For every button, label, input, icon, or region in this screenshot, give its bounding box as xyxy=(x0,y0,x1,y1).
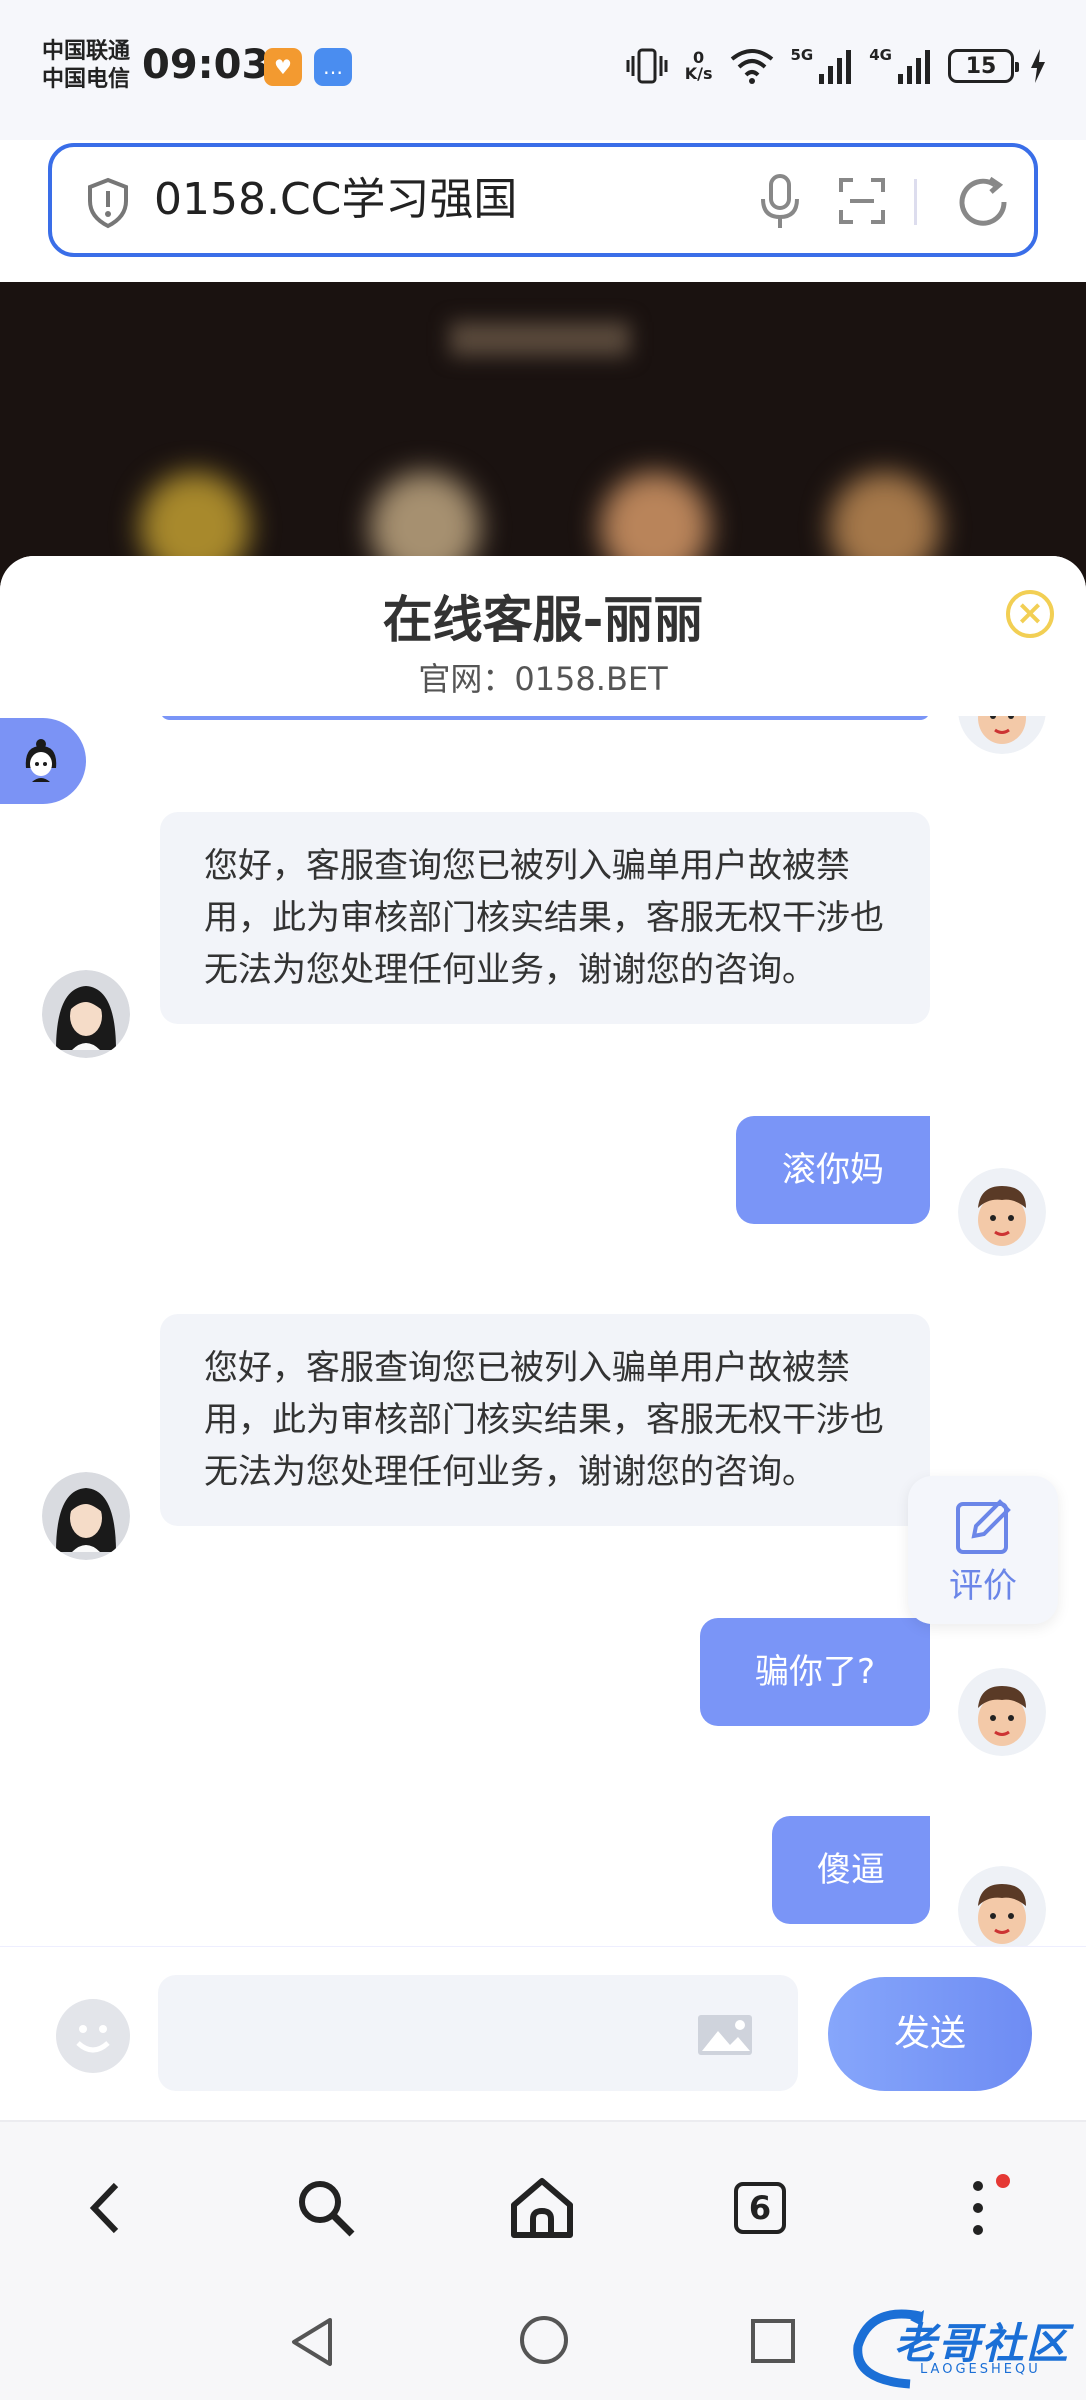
rate-label: 评价 xyxy=(949,1566,1017,1606)
browser-toolbar: 6 xyxy=(0,2120,1086,2290)
address-bar[interactable]: 0158.CC学习强国 xyxy=(48,143,1038,257)
user-avatar xyxy=(958,1866,1046,1954)
watermark-logo: 老哥社区 LAOGESHEQU xyxy=(850,2300,1080,2390)
more-vertical-icon xyxy=(973,2181,983,2235)
edit-icon xyxy=(956,1499,1011,1554)
menu-button[interactable] xyxy=(940,2170,1016,2246)
charging-icon xyxy=(1031,49,1045,83)
notification-dot xyxy=(996,2174,1010,2188)
chat-panel: 在线客服-丽丽 官网：0158.BET × 您好，客服查询您已被列入骗单用户故被… xyxy=(0,556,1086,2120)
home-button[interactable] xyxy=(504,2170,580,2246)
send-button[interactable]: 发送 xyxy=(828,1977,1032,2091)
rate-button[interactable]: 评价 xyxy=(908,1476,1058,1624)
agent-message-bubble: 您好，客服查询您已被列入骗单用户故被禁用，此为审核部门核实结果，客服无权干涉也无… xyxy=(160,812,930,1024)
status-time: 09:03 xyxy=(142,42,270,88)
vibrate-icon xyxy=(626,48,668,84)
floating-agent-tab[interactable] xyxy=(0,718,86,804)
url-divider xyxy=(914,179,917,225)
signal-1-label: 5G xyxy=(790,46,814,64)
heart-app-icon: ♥ xyxy=(264,48,302,86)
system-navigation-bar: 老哥社区 LAOGESHEQU xyxy=(0,2290,1086,2400)
message-input-bar: 发送 xyxy=(0,1946,1086,2120)
user-message-bubble: 滚你妈 xyxy=(736,1116,930,1224)
emoji-button[interactable] xyxy=(56,1999,130,2073)
back-button[interactable] xyxy=(68,2170,144,2246)
message-app-icon: … xyxy=(314,48,352,86)
smiley-icon xyxy=(76,2025,110,2053)
tabs-button[interactable]: 6 xyxy=(722,2170,798,2246)
agent-message-bubble: 您好，客服查询您已被列入骗单用户故被禁用，此为审核部门核实结果，客服无权干涉也无… xyxy=(160,1314,930,1526)
wifi-icon xyxy=(730,49,773,84)
carrier-2: 中国电信 xyxy=(42,67,131,92)
agent-avatar xyxy=(42,970,130,1058)
recents-square-icon[interactable] xyxy=(750,2318,796,2364)
signal-1-icon xyxy=(819,50,852,84)
signal-2-icon xyxy=(898,50,930,84)
refresh-icon[interactable] xyxy=(954,173,1012,231)
background-title-blur xyxy=(450,322,630,356)
watermark-subtext: LAOGESHEQU xyxy=(920,2362,1041,2377)
carrier-names: 中国联通 中国电信 xyxy=(42,38,130,94)
home-icon xyxy=(511,2178,573,2238)
net-speed: 0 K/s xyxy=(684,48,713,83)
battery-indicator: 15 xyxy=(948,49,1019,83)
search-icon xyxy=(299,2181,355,2237)
home-circle-icon[interactable] xyxy=(518,2314,570,2366)
microphone-icon[interactable] xyxy=(758,173,802,231)
tabs-count: 6 xyxy=(734,2182,786,2234)
chevron-left-icon xyxy=(89,2182,119,2234)
scan-icon[interactable] xyxy=(838,177,886,225)
status-icons: 0 K/s 5G 4G 15 xyxy=(625,44,1046,88)
user-message-bubble: 傻逼 xyxy=(772,1816,930,1924)
shield-icon[interactable] xyxy=(86,177,130,229)
agent-face-icon xyxy=(25,739,57,782)
user-avatar xyxy=(958,1668,1046,1756)
url-text[interactable]: 0158.CC学习强国 xyxy=(154,172,517,228)
signal-2-label: 4G xyxy=(869,46,892,64)
close-button[interactable]: × xyxy=(1006,590,1054,638)
user-message-bubble: 骗你了? xyxy=(700,1618,930,1726)
back-triangle-icon[interactable] xyxy=(286,2314,336,2370)
status-bar: 中国联通 中国电信 09:03 ♥ … 0 K/s 5G 4G 15 xyxy=(0,0,1086,140)
search-button[interactable] xyxy=(288,2170,364,2246)
image-icon[interactable] xyxy=(696,2013,754,2057)
chat-header: 在线客服-丽丽 官网：0158.BET × xyxy=(0,556,1086,716)
agent-avatar xyxy=(42,1472,130,1560)
user-avatar xyxy=(958,1168,1046,1256)
carrier-1: 中国联通 xyxy=(42,39,131,64)
chat-subtitle: 官网：0158.BET xyxy=(418,660,668,698)
chat-title: 在线客服-丽丽 xyxy=(382,591,704,649)
